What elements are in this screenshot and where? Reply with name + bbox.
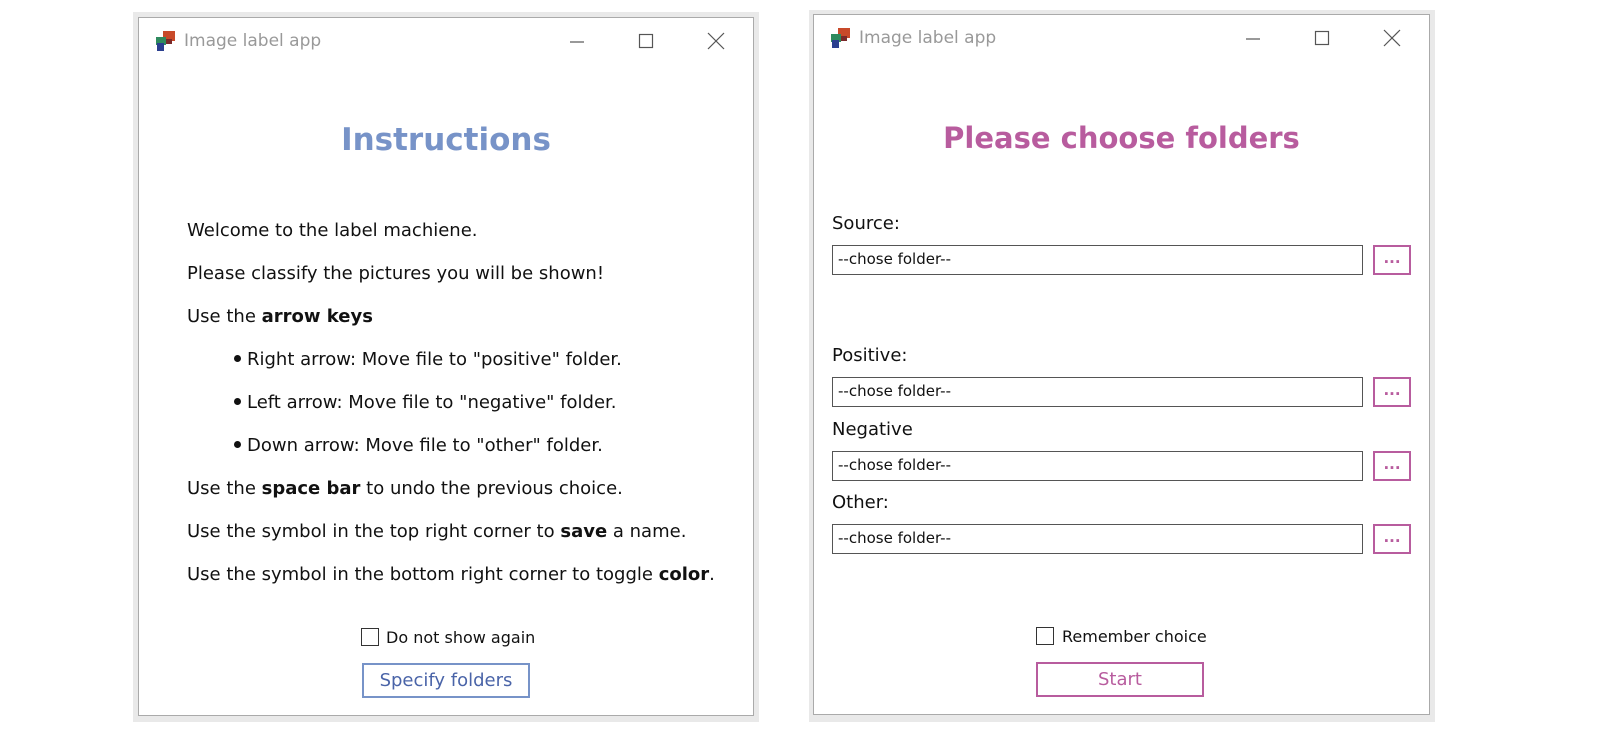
window-title: Image label app: [859, 28, 997, 48]
choose-folders-heading: Please choose folders: [943, 121, 1300, 155]
app-icon: [829, 27, 851, 49]
minimize-button[interactable]: [1238, 25, 1268, 51]
color-text: Use the symbol in the bottom right corne…: [187, 564, 715, 585]
negative-folder-field[interactable]: --chose folder--: [832, 451, 1363, 481]
other-browse-button[interactable]: ...: [1373, 524, 1411, 554]
source-label: Source:: [832, 213, 900, 234]
start-button[interactable]: Start: [1036, 662, 1204, 697]
other-folder-field[interactable]: --chose folder--: [832, 524, 1363, 554]
source-folder-field[interactable]: --chose folder--: [832, 245, 1363, 275]
maximize-icon: [638, 33, 654, 49]
close-button[interactable]: [1377, 25, 1407, 51]
classify-text: Please classify the pictures you will be…: [187, 263, 605, 284]
welcome-text: Welcome to the label machiene.: [187, 220, 478, 241]
minimize-icon: [570, 41, 584, 43]
source-browse-button[interactable]: ...: [1373, 245, 1411, 275]
instructions-window: Image label app Instructions Welcome to …: [138, 17, 754, 716]
bullet-down-arrow: Down arrow: Move file to "other" folder.: [234, 435, 603, 456]
negative-browse-button[interactable]: ...: [1373, 451, 1411, 481]
title-bar[interactable]: Image label app: [814, 15, 1429, 63]
window-title: Image label app: [184, 31, 322, 51]
positive-folder-field[interactable]: --chose folder--: [832, 377, 1363, 407]
save-text: Use the symbol in the top right corner t…: [187, 521, 687, 542]
do-not-show-checkbox[interactable]: [361, 628, 379, 646]
close-icon: [1383, 29, 1401, 47]
bullet-right-arrow: Right arrow: Move file to "positive" fol…: [234, 349, 622, 370]
maximize-button[interactable]: [631, 28, 661, 54]
folders-window: Image label app Please choose folders So…: [813, 14, 1430, 715]
do-not-show-label: Do not show again: [386, 628, 536, 647]
specify-folders-button[interactable]: Specify folders: [362, 663, 530, 698]
minimize-button[interactable]: [562, 28, 592, 54]
space-bar-text: Use the space bar to undo the previous c…: [187, 478, 623, 499]
instructions-heading: Instructions: [341, 122, 551, 158]
positive-browse-button[interactable]: ...: [1373, 377, 1411, 407]
arrow-keys-text: Use the arrow keys: [187, 306, 373, 327]
other-label: Other:: [832, 492, 889, 513]
maximize-button[interactable]: [1307, 25, 1337, 51]
maximize-icon: [1314, 30, 1330, 46]
app-icon: [154, 30, 176, 52]
close-button[interactable]: [701, 28, 731, 54]
positive-label: Positive:: [832, 345, 908, 366]
negative-label: Negative: [832, 419, 913, 440]
remember-choice-checkbox[interactable]: [1036, 627, 1054, 645]
close-icon: [707, 32, 725, 50]
minimize-icon: [1246, 38, 1260, 40]
title-bar[interactable]: Image label app: [139, 18, 753, 66]
bullet-left-arrow: Left arrow: Move file to "negative" fold…: [234, 392, 616, 413]
remember-choice-label: Remember choice: [1062, 627, 1207, 646]
